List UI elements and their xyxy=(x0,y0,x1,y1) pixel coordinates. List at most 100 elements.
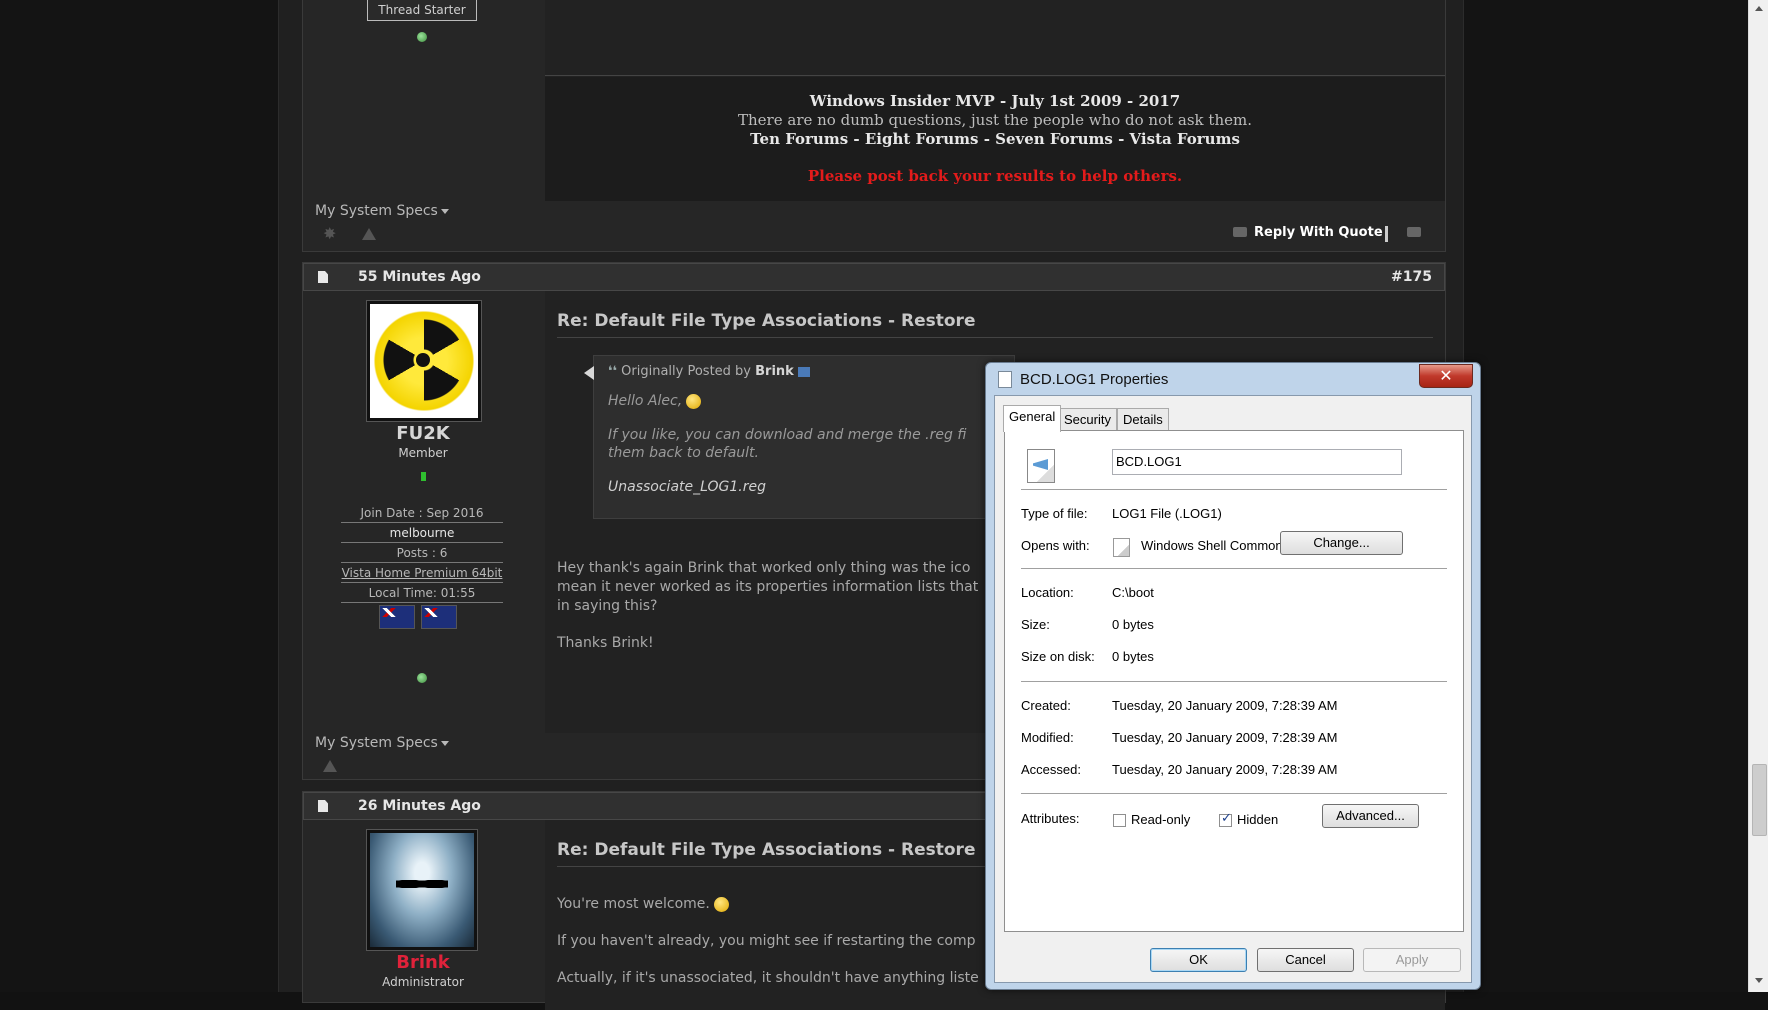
browser-scrollbar[interactable] xyxy=(1748,0,1768,992)
view-post-icon[interactable] xyxy=(797,366,810,377)
quote-prefix: Originally Posted by xyxy=(621,364,751,379)
post-message-line-1: Hey thank's again Brink that worked only… xyxy=(557,560,971,576)
forum-link-vista[interactable]: Vista Forums xyxy=(1130,130,1240,148)
read-only-label[interactable]: Read-only xyxy=(1131,812,1190,827)
opens-with-label: Opens with: xyxy=(1021,538,1090,553)
post-message-line-2: mean it never worked as its properties i… xyxy=(557,579,979,595)
thread-starter-label: Thread Starter xyxy=(378,3,466,17)
post-message-line-2: If you haven't already, you might see if… xyxy=(557,933,976,949)
my-system-specs-link[interactable]: My System Specs xyxy=(315,203,449,219)
forum-link-eight[interactable]: Eight Forums xyxy=(865,130,979,148)
dialog-title: BCD.LOG1 Properties xyxy=(1020,371,1169,388)
scroll-up-icon[interactable] xyxy=(1755,6,1763,11)
close-button[interactable]: ✕ xyxy=(1419,364,1473,388)
modified-label: Modified: xyxy=(1021,730,1074,745)
post-message-line-1: You're most welcome. xyxy=(557,895,729,914)
quote-marks-icon: ❛❛ xyxy=(608,364,618,379)
separator xyxy=(1021,489,1447,490)
toolbar-divider xyxy=(1385,226,1388,242)
my-system-specs-link[interactable]: My System Specs xyxy=(315,735,449,751)
location-label: Location: xyxy=(1021,585,1074,600)
reputation-indicator xyxy=(421,472,426,481)
join-date: Join Date : Sep 2016 xyxy=(341,505,503,523)
apply-button[interactable]: Apply xyxy=(1363,948,1461,972)
size-label: Size: xyxy=(1021,617,1050,632)
file-name-field[interactable]: BCD.LOG1 xyxy=(1112,449,1402,475)
location-value: C:\boot xyxy=(1112,585,1154,600)
post-previous: Thread Starter Windows Insider MVP - Jul… xyxy=(302,0,1446,252)
star-icon[interactable]: ✸ xyxy=(323,224,336,243)
signature-line-1: Windows Insider MVP - July 1st 2009 - 20… xyxy=(809,92,1181,110)
signature-line-2: There are no dumb questions, just the pe… xyxy=(738,111,1252,129)
user-avatar[interactable] xyxy=(367,830,477,950)
type-of-file-value: LOG1 File (.LOG1) xyxy=(1112,506,1222,521)
advanced-button[interactable]: Advanced... xyxy=(1322,804,1419,828)
windows-shell-app-icon xyxy=(1113,538,1130,557)
change-button[interactable]: Change... xyxy=(1280,531,1403,555)
cancel-button[interactable]: Cancel xyxy=(1257,948,1354,972)
smiley-icon xyxy=(713,896,729,912)
new-zealand-flag-icon xyxy=(421,605,457,629)
created-label: Created: xyxy=(1021,698,1071,713)
size-on-disk-label: Size on disk: xyxy=(1021,649,1095,664)
tab-details[interactable]: Details xyxy=(1117,408,1169,431)
quote-line-1: Hello Alec, xyxy=(608,392,702,410)
quote-attachment-link[interactable]: Unassociate_LOG1.reg xyxy=(608,478,766,496)
online-status-icon xyxy=(417,673,427,683)
accessed-value: Tuesday, 20 January 2009, 7:28:39 AM xyxy=(1112,762,1338,777)
hidden-checkbox[interactable] xyxy=(1219,811,1232,827)
report-icon[interactable] xyxy=(362,228,376,240)
user-rank: Member xyxy=(398,446,448,460)
thread-starter-badge: Thread Starter xyxy=(367,0,477,21)
australia-flag-icon xyxy=(379,605,415,629)
forum-link-seven[interactable]: Seven Forums xyxy=(995,130,1113,148)
radiation-center-icon xyxy=(416,353,430,367)
quote-block: ❛❛ Originally Posted by Brink Hello Alec… xyxy=(584,355,1015,519)
scrollbar-thumb[interactable] xyxy=(1752,764,1767,836)
post-header: 55 Minutes Ago #175 xyxy=(303,263,1445,291)
reply-with-quote-button[interactable]: Reply With Quote xyxy=(1254,225,1383,240)
username[interactable]: Brink xyxy=(303,952,543,973)
local-time: Local Time: 01:55 xyxy=(341,585,503,603)
online-status-icon xyxy=(417,32,427,42)
post-time: 55 Minutes Ago xyxy=(358,269,481,285)
username[interactable]: FU2K xyxy=(303,423,543,444)
user-avatar[interactable] xyxy=(367,301,481,421)
post-count: Posts : 6 xyxy=(341,545,503,563)
report-icon[interactable] xyxy=(323,760,337,772)
post-number-link[interactable]: #175 xyxy=(1391,269,1432,285)
accessed-label: Accessed: xyxy=(1021,762,1081,777)
modified-value: Tuesday, 20 January 2009, 7:28:39 AM xyxy=(1112,730,1338,745)
general-tab-panel: BCD.LOG1 Type of file: LOG1 File (.LOG1)… xyxy=(1004,430,1464,932)
title-divider xyxy=(557,337,1433,338)
forum-link-ten[interactable]: Ten Forums xyxy=(750,130,848,148)
separator xyxy=(1021,568,1447,569)
read-only-checkbox[interactable] xyxy=(1113,814,1126,827)
post-title: Re: Default File Type Associations - Res… xyxy=(557,311,976,331)
opens-with-value: Windows Shell Common xyxy=(1141,538,1283,553)
post-message-line-3: Actually, if it's unassociated, it shoul… xyxy=(557,970,979,986)
quote-arrow-icon xyxy=(584,366,594,380)
quote-header: ❛❛ Originally Posted by Brink xyxy=(608,364,810,379)
size-on-disk-value: 0 bytes xyxy=(1112,649,1154,664)
alien-eyes-icon xyxy=(396,877,448,891)
type-of-file-label: Type of file: xyxy=(1021,506,1088,521)
post-time: 26 Minutes Ago xyxy=(358,798,481,814)
quote-author: Brink xyxy=(755,364,794,379)
reply-quote-icon[interactable] xyxy=(1233,227,1247,237)
separator xyxy=(1021,793,1447,794)
user-location: melbourne xyxy=(341,525,503,543)
file-title-icon xyxy=(998,371,1012,388)
ok-button[interactable]: OK xyxy=(1150,948,1247,972)
post-message-line-3: in saying this? xyxy=(557,598,658,614)
tab-general[interactable]: General xyxy=(1003,405,1062,432)
hidden-label[interactable]: Hidden xyxy=(1237,812,1278,827)
post-document-icon xyxy=(318,271,328,283)
scroll-down-icon[interactable] xyxy=(1755,978,1763,983)
multi-quote-icon[interactable] xyxy=(1407,227,1421,237)
user-os: Vista Home Premium 64bit xyxy=(341,565,503,583)
smiley-icon xyxy=(686,393,702,409)
tab-security[interactable]: Security xyxy=(1058,408,1117,431)
post-message-thanks: Thanks Brink! xyxy=(557,635,654,651)
signature-red-note: Please post back your results to help ot… xyxy=(807,167,1183,185)
